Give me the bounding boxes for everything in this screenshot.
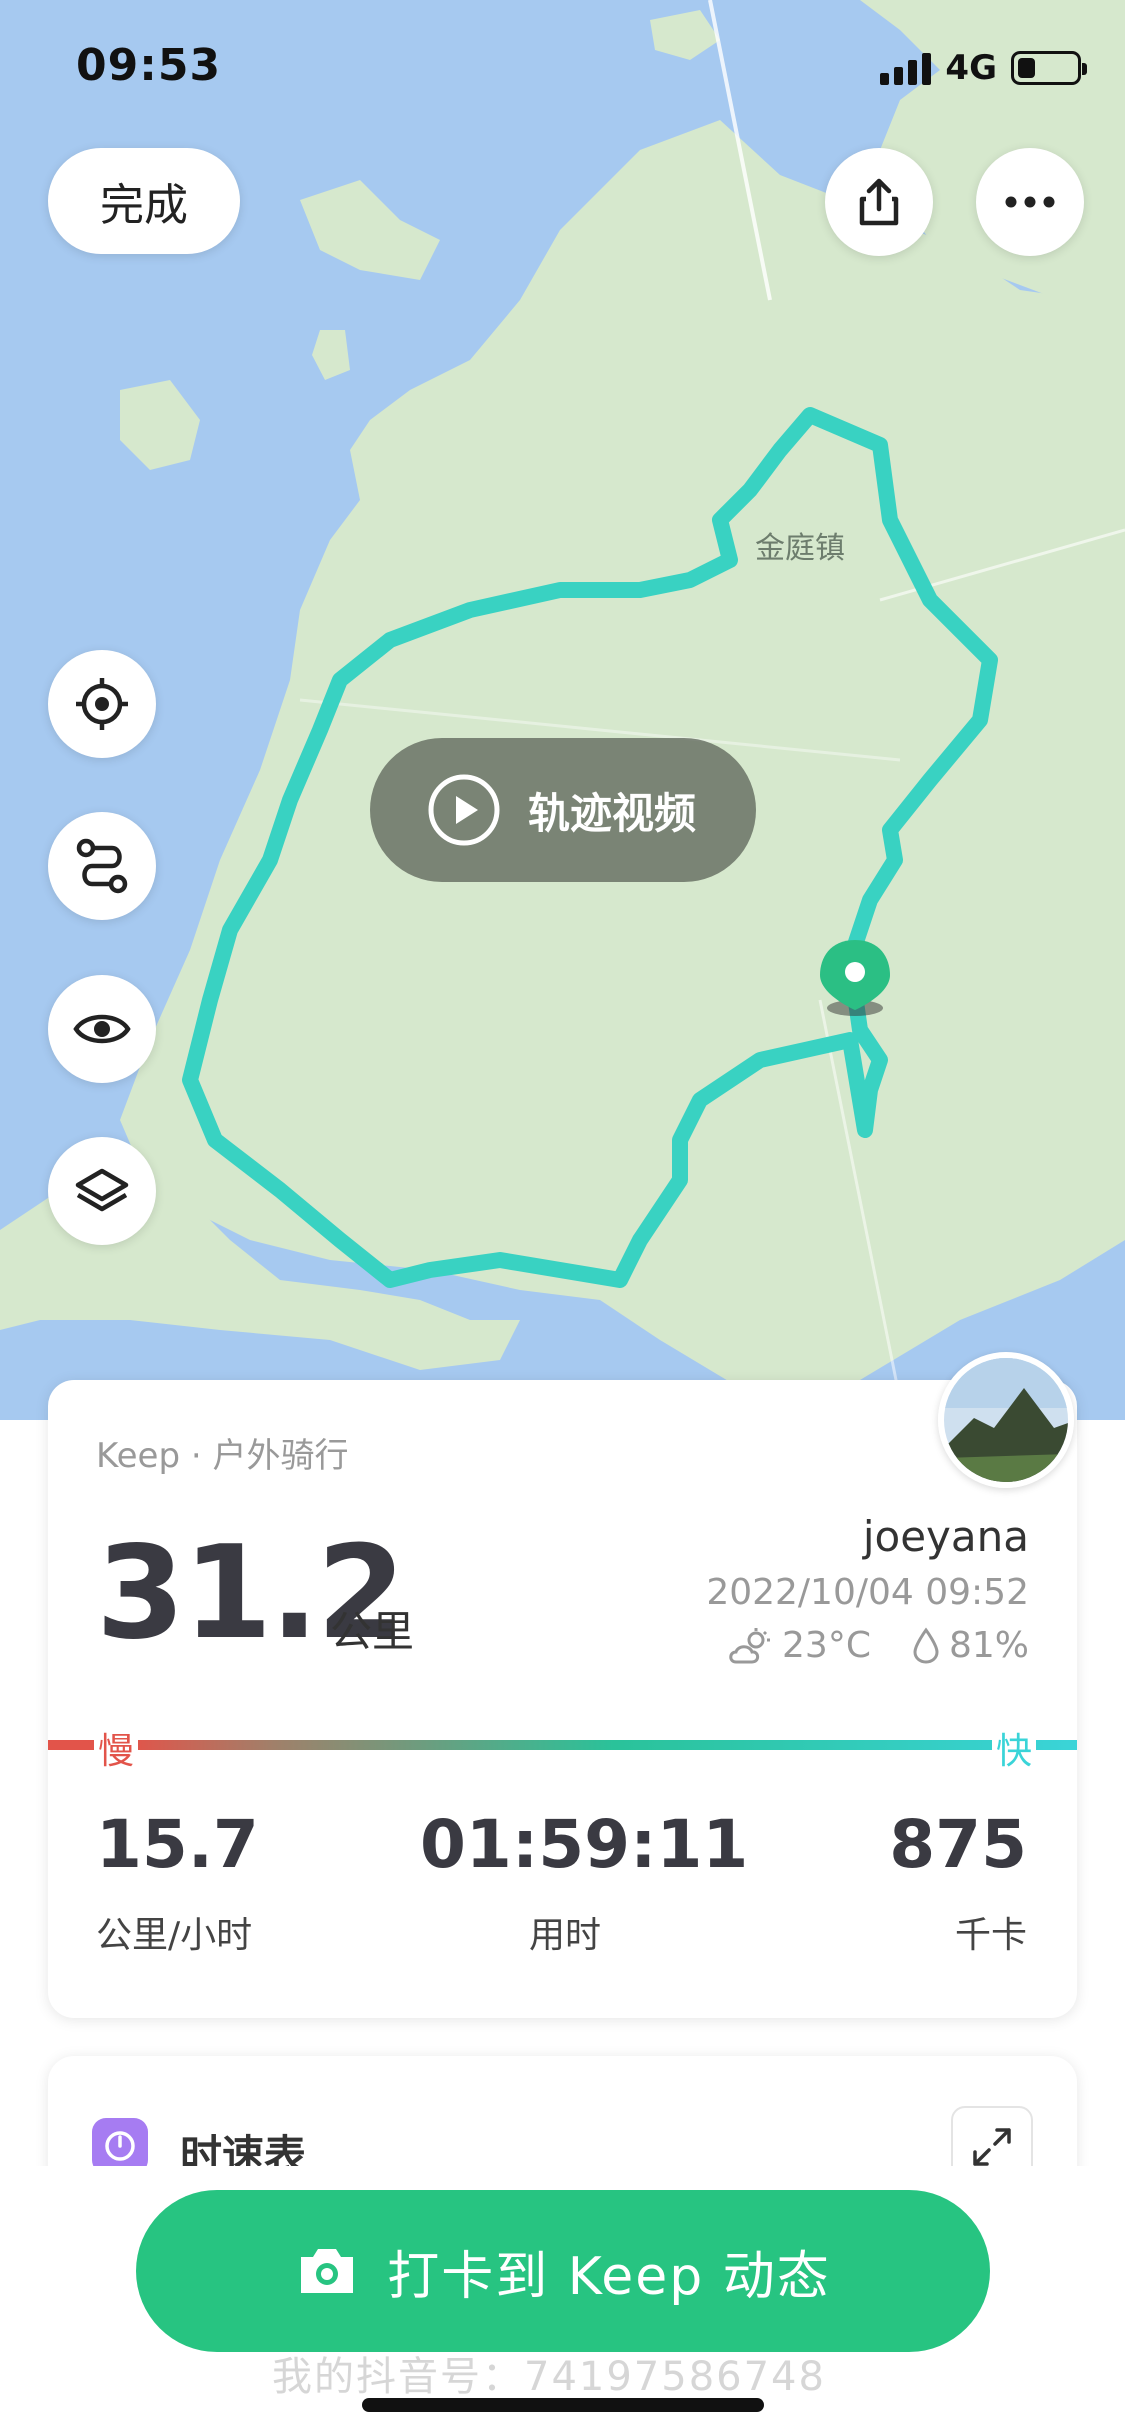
stat-value: 15.7 (96, 1806, 259, 1883)
status-indicators: 4G (880, 48, 1087, 88)
weather-cloud-sun-icon (729, 1627, 771, 1663)
battery-icon (1011, 51, 1087, 85)
locate-icon (76, 678, 128, 730)
watermark-text: 我的抖音号：74197586748 (272, 2354, 826, 2400)
avatar[interactable] (938, 1352, 1074, 1488)
home-indicator[interactable] (362, 2398, 764, 2412)
temperature: 23°C (782, 1625, 871, 1666)
signal-icon (880, 51, 932, 85)
weather-info: 23°C 81% (726, 1625, 1029, 1666)
status-bar: 09:53 4G (0, 0, 1125, 140)
username: joeyana (862, 1512, 1029, 1561)
share-icon (859, 178, 899, 226)
stat-label: 千卡 (954, 1915, 1027, 1956)
activity-datetime: 2022/10/04 09:52 (706, 1572, 1029, 1613)
stat-value: 875 (889, 1806, 1027, 1883)
distance-unit: 公里 (330, 1607, 415, 1656)
trajectory-video-button[interactable]: 轨迹视频 (370, 738, 756, 882)
status-time: 09:53 (76, 40, 222, 91)
locate-button[interactable] (48, 650, 156, 758)
share-button[interactable] (825, 148, 933, 256)
camera-icon (301, 2249, 354, 2293)
layers-button[interactable] (48, 1137, 156, 1245)
slow-label: 慢 (94, 1722, 139, 1774)
video-button-label: 轨迹视频 (528, 788, 697, 838)
expand-icon (973, 2128, 1011, 2166)
activity-type: Keep · 户外骑行 (96, 1436, 349, 1476)
humidity: 81% (948, 1625, 1029, 1666)
layers-icon (75, 1168, 129, 1212)
stat-label: 用时 (528, 1915, 601, 1956)
stat-label: 公里/小时 (96, 1915, 253, 1956)
route-icon (76, 838, 128, 894)
speed-gradient-bar (48, 1740, 1077, 1750)
stat-average-speed: 15.7 公里/小时 (96, 1812, 259, 1958)
play-icon (428, 774, 500, 846)
more-button[interactable] (976, 148, 1084, 256)
eye-icon (73, 1014, 131, 1044)
checkin-button[interactable]: 打卡到 Keep 动态 (136, 2190, 990, 2352)
visibility-button[interactable] (48, 975, 156, 1083)
network-label: 4G (945, 48, 997, 88)
humidity-drop-icon (913, 1626, 939, 1664)
checkin-label: 打卡到 Keep 动态 (387, 2246, 831, 2307)
route-button[interactable] (48, 812, 156, 920)
place-label: 金庭镇 (755, 531, 845, 566)
more-icon (1005, 196, 1055, 208)
stat-value: 01:59:11 (420, 1806, 749, 1883)
done-button[interactable]: 完成 (48, 148, 240, 254)
stat-calories: 875 千卡 (889, 1812, 1027, 1958)
fast-label: 快 (992, 1722, 1037, 1774)
stat-duration: 01:59:11 用时 (420, 1812, 748, 1958)
